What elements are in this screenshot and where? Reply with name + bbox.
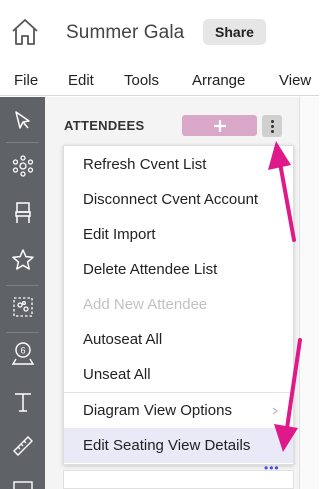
menu-file[interactable]: File <box>14 72 38 89</box>
dashed-selection-icon[interactable] <box>0 288 45 326</box>
menu-bar: File Edit Tools Arrange View <box>0 66 319 96</box>
attendees-heading: ATTENDEES <box>64 118 145 133</box>
menu-item-add-new-attendee: Add New Attendee <box>83 296 208 313</box>
menu-item-edit-seating-view-details[interactable]: Edit Seating View Details <box>64 428 293 463</box>
share-button[interactable]: Share <box>203 19 266 45</box>
plus-icon <box>213 119 226 132</box>
star-icon[interactable] <box>0 241 45 279</box>
menu-view[interactable]: View <box>279 72 311 89</box>
add-attendee-button[interactable] <box>182 115 257 136</box>
ruler-icon[interactable] <box>0 427 45 465</box>
attendees-options-menu: Refresh Cvent List Disconnect Cvent Acco… <box>63 145 294 465</box>
chair-icon[interactable] <box>0 194 45 232</box>
menu-item-autoseat-all[interactable]: Autoseat All <box>64 322 293 357</box>
dots-cluster-icon[interactable] <box>0 147 45 185</box>
home-icon[interactable] <box>10 17 40 47</box>
canvas-edge <box>299 97 319 489</box>
menu-item-diagram-view-options[interactable]: Diagram View Options <box>64 393 293 428</box>
chevron-right-icon <box>272 407 278 415</box>
title-bar: Summer Gala Share <box>0 0 319 66</box>
menu-edit[interactable]: Edit <box>68 72 94 89</box>
select-pointer-icon[interactable] <box>0 101 45 139</box>
menu-item-disconnect-cvent-account[interactable]: Disconnect Cvent Account <box>64 182 293 217</box>
menu-item-delete-attendee-list[interactable]: Delete Attendee List <box>64 252 293 287</box>
menu-item-edit-import[interactable]: Edit Import <box>64 217 293 252</box>
svg-text:6: 6 <box>20 346 25 356</box>
more-options-button[interactable] <box>262 115 282 137</box>
attendee-list-row <box>63 470 294 489</box>
menu-tools[interactable]: Tools <box>124 72 159 89</box>
text-icon[interactable] <box>0 383 45 421</box>
image-tool-icon[interactable] <box>0 469 45 489</box>
menu-item-refresh-cvent-list[interactable]: Refresh Cvent List <box>64 147 293 182</box>
seat-number-pin-icon[interactable]: 6 <box>0 335 45 373</box>
menu-item-unseat-all[interactable]: Unseat All <box>64 357 293 392</box>
left-toolbar: 6 <box>0 97 45 489</box>
menu-arrange[interactable]: Arrange <box>192 72 245 89</box>
document-title[interactable]: Summer Gala <box>66 22 184 44</box>
